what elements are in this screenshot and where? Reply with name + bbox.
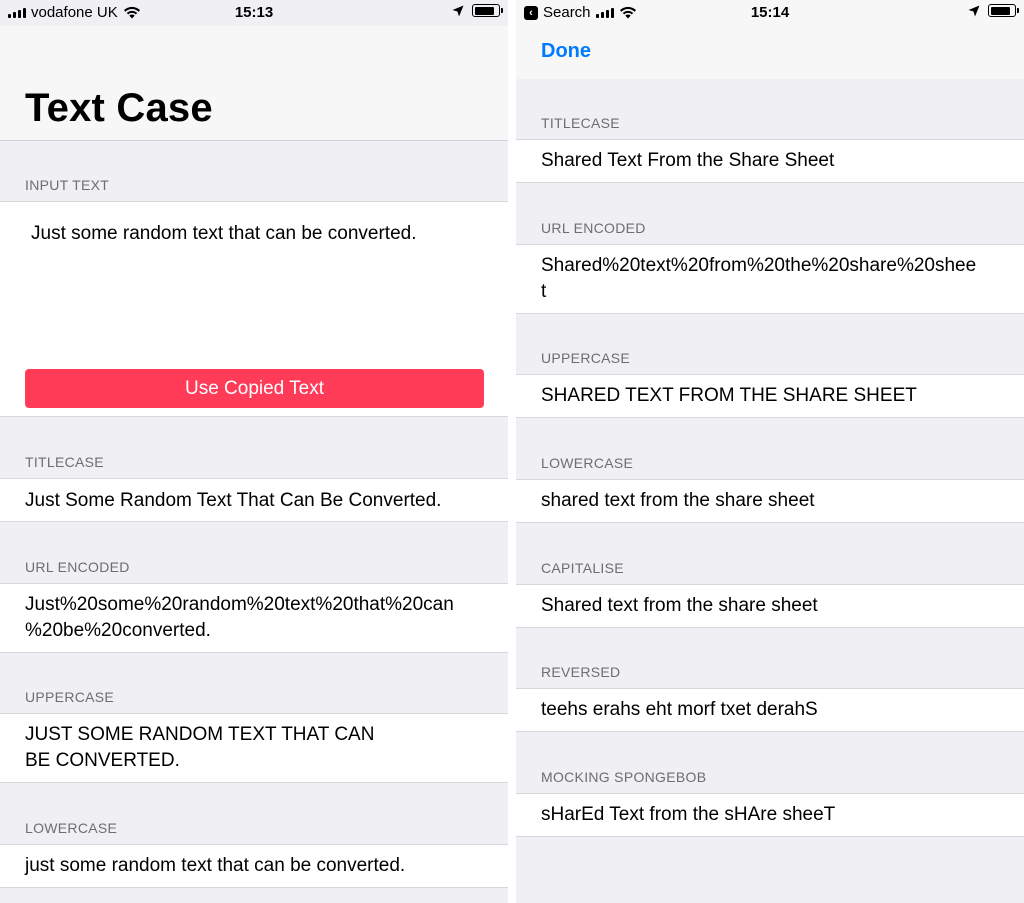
input-text-field[interactable]: Just some random text that can be conver… [31,222,416,246]
status-bar: ‹ Search 15:14 [516,0,1024,26]
uppercase-cell[interactable]: JUST SOME RANDOM TEXT THAT CAN BE CONVER… [0,713,508,783]
url-encoded-line-2: %20be%20converted. [25,620,211,641]
status-bar: vodafone UK 15:13 [0,0,508,26]
done-button[interactable]: Done [541,40,591,63]
header: Text Case [0,26,508,141]
url-encoded-line-2: t [541,281,547,302]
capitalise-label: CAPITALISE [541,560,624,576]
titlecase-cell[interactable]: Just Some Random Text That Can Be Conver… [0,478,508,522]
battery-icon [988,4,1019,17]
left-screen: vodafone UK 15:13 Text Case INPUT TEXT J… [0,0,508,903]
uppercase-label: UPPERCASE [541,350,631,366]
titlecase-label: TITLECASE [541,115,620,131]
url-encoded-line-1: Shared%20text%20from%20the%20share%20she… [541,255,977,276]
lowercase-cell[interactable]: just some random text that can be conver… [0,844,508,888]
uppercase-label: UPPERCASE [25,689,115,705]
page-title: Text Case [25,86,213,130]
status-time: 15:14 [750,4,790,21]
capitalise-cell[interactable]: Shared text from the share sheet [516,584,1024,628]
titlecase-cell[interactable]: Shared Text From the Share Sheet [516,139,1024,183]
capitalise-text: Shared text from the share sheet [541,595,818,616]
mocking-spongebob-text: sHarEd Text from the sHAre sheeT [541,804,836,825]
lowercase-cell[interactable]: shared text from the share sheet [516,479,1024,523]
status-time: 15:13 [234,4,274,21]
reversed-text: teehs erahs eht morf txet derahS [541,699,818,720]
url-encoded-label: URL ENCODED [25,559,130,575]
lowercase-text: just some random text that can be conver… [25,855,406,876]
url-encoded-text: Shared%20text%20from%20the%20share%20she… [541,253,1010,305]
location-icon [452,5,464,16]
mocking-spongebob-cell[interactable]: sHarEd Text from the sHAre sheeT [516,793,1024,837]
uppercase-line-1: JUST SOME RANDOM TEXT THAT CAN [25,724,375,745]
titlecase-label: TITLECASE [25,454,104,470]
titlecase-text: Just Some Random Text That Can Be Conver… [25,490,442,511]
url-encoded-line-1: Just%20some%20random%20text%20that%20can [25,594,454,615]
url-encoded-text: Just%20some%20random%20text%20that%20can… [25,592,494,644]
reversed-cell[interactable]: teehs erahs eht morf txet derahS [516,688,1024,732]
input-section-label: INPUT TEXT [25,177,110,193]
use-copied-text-button[interactable]: Use Copied Text [25,369,484,408]
uppercase-text: SHARED TEXT FROM THE SHARE SHEET [541,385,917,406]
lowercase-text: shared text from the share sheet [541,490,815,511]
nav-bar: Done [516,26,1024,79]
url-encoded-label: URL ENCODED [541,220,646,236]
url-encoded-cell[interactable]: Shared%20text%20from%20the%20share%20she… [516,244,1024,314]
input-text-cell: Just some random text that can be conver… [0,201,508,417]
mocking-spongebob-label: MOCKING SPONGEBOB [541,769,707,785]
uppercase-cell[interactable]: SHARED TEXT FROM THE SHARE SHEET [516,374,1024,418]
uppercase-line-2: BE CONVERTED. [25,750,180,771]
lowercase-label: LOWERCASE [25,820,118,836]
reversed-label: REVERSED [541,664,621,680]
right-screen: ‹ Search 15:14 Done TITLECASE Shared Tex… [516,0,1024,903]
battery-icon [472,4,503,17]
titlecase-text: Shared Text From the Share Sheet [541,150,835,171]
lowercase-label: LOWERCASE [541,455,634,471]
url-encoded-cell[interactable]: Just%20some%20random%20text%20that%20can… [0,583,508,653]
uppercase-text: JUST SOME RANDOM TEXT THAT CAN BE CONVER… [25,722,494,774]
location-icon [968,5,980,16]
